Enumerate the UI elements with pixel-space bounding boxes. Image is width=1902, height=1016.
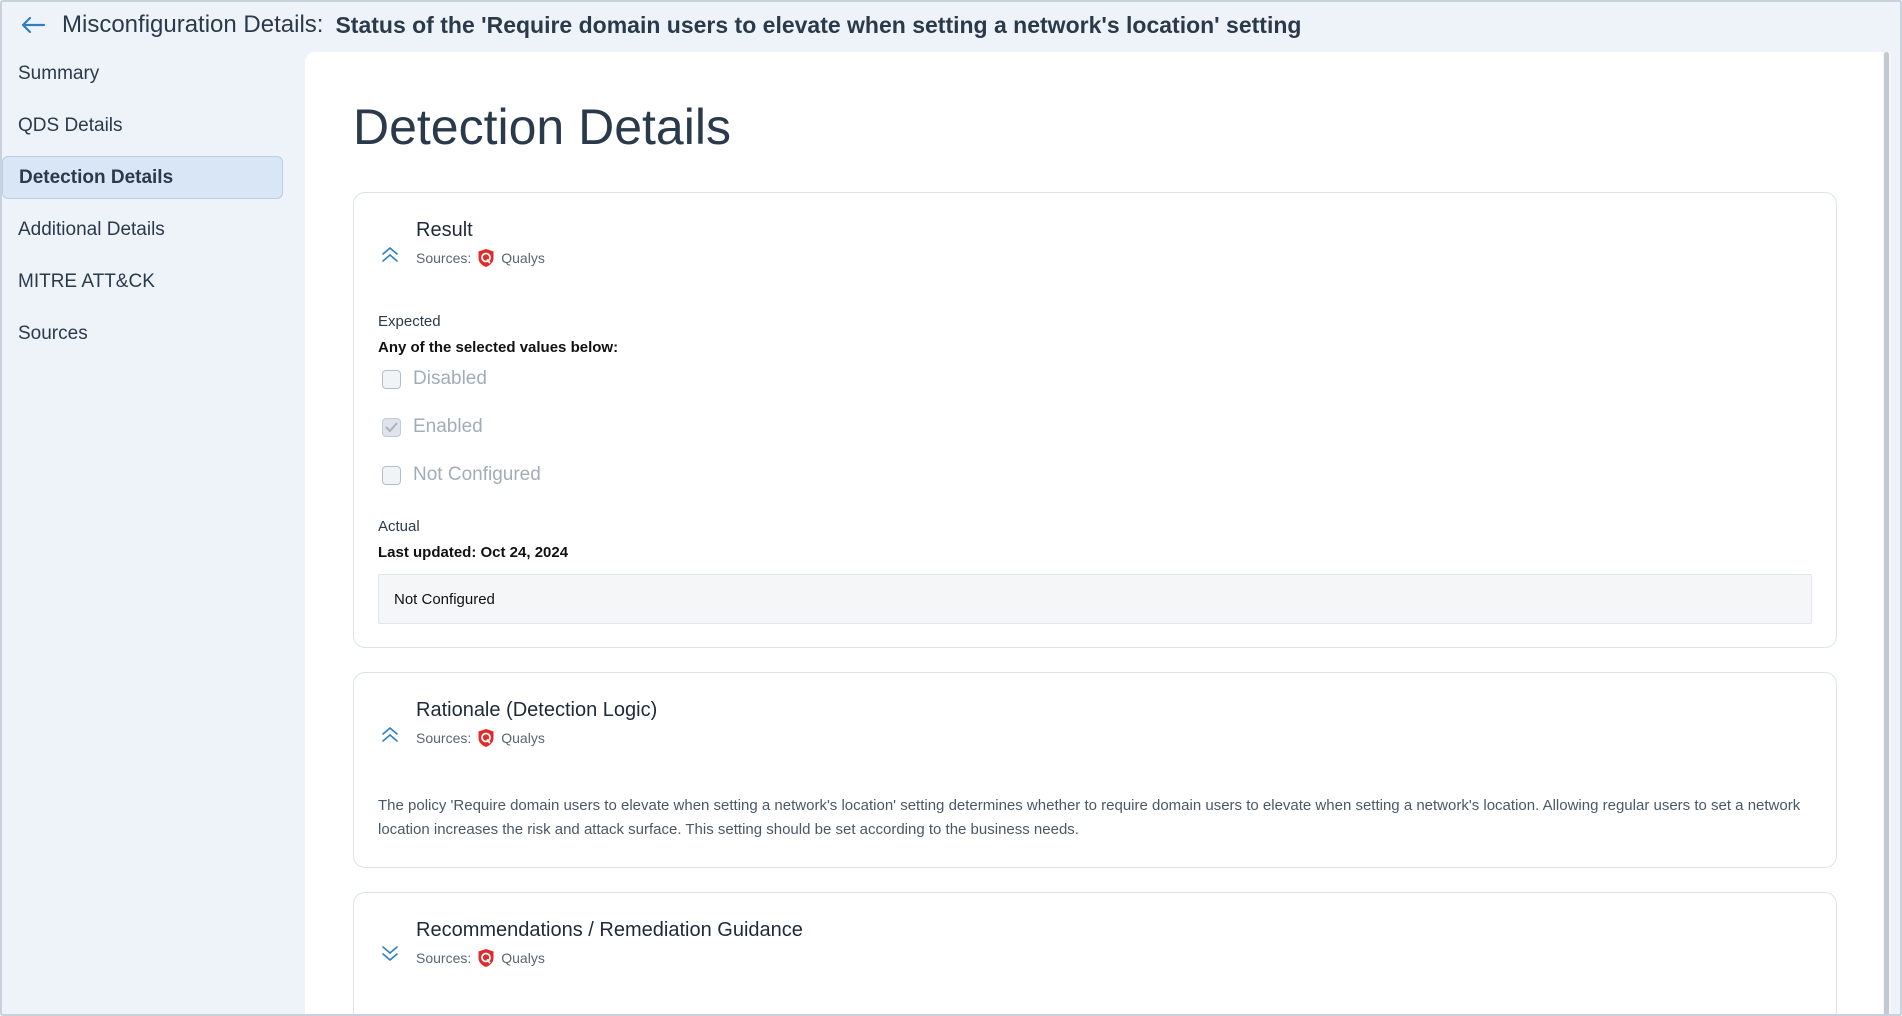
sidebar-item-qds-details[interactable]: QDS Details bbox=[2, 104, 283, 147]
result-card-title: Result bbox=[416, 219, 473, 241]
checkbox-not-configured bbox=[382, 465, 401, 485]
rationale-card-title: Rationale (Detection Logic) bbox=[416, 699, 658, 721]
expected-description: Any of the selected values below: bbox=[378, 339, 619, 356]
rationale-description: The policy 'Require domain users to elev… bbox=[378, 797, 1801, 838]
option-label: Enabled bbox=[413, 416, 483, 437]
sources-label: Sources: bbox=[416, 730, 472, 746]
page-title: Detection Details bbox=[353, 99, 731, 155]
qualys-logo-icon bbox=[477, 728, 495, 748]
recommendations-sources: Sources: Qualys bbox=[416, 948, 545, 968]
recommendations-card: Recommendations / Remediation Guidance S… bbox=[353, 892, 1837, 1016]
option-label: Disabled bbox=[413, 368, 487, 389]
sidebar-item-detection-details[interactable]: Detection Details bbox=[2, 156, 283, 199]
sources-label: Sources: bbox=[416, 250, 472, 266]
actual-value: Not Configured bbox=[378, 574, 1812, 624]
last-updated: Last updated: Oct 24, 2024 bbox=[378, 544, 569, 561]
page-header: Misconfiguration Details: Status of the … bbox=[0, 0, 1902, 50]
result-card-header[interactable]: Result Sources: Qualys bbox=[354, 193, 1836, 273]
checkbox-disabled bbox=[382, 369, 401, 389]
collapse-chevron-icon[interactable] bbox=[380, 725, 400, 743]
option-disabled: Disabled bbox=[382, 368, 487, 390]
result-sources: Sources: Qualys bbox=[416, 248, 545, 268]
sidebar-item-additional-details[interactable]: Additional Details bbox=[2, 208, 283, 251]
expand-chevron-icon[interactable] bbox=[380, 945, 400, 963]
rationale-sources: Sources: Qualys bbox=[416, 728, 545, 748]
source-name: Qualys bbox=[501, 950, 545, 966]
sidebar-item-sources[interactable]: Sources bbox=[2, 312, 283, 355]
rationale-card-header[interactable]: Rationale (Detection Logic) Sources: Qua… bbox=[354, 673, 1836, 753]
source-name: Qualys bbox=[501, 730, 545, 746]
expected-label: Expected bbox=[378, 313, 441, 330]
checkbox-enabled bbox=[382, 417, 401, 437]
header-label: Misconfiguration Details: bbox=[62, 11, 324, 38]
option-not-configured: Not Configured bbox=[382, 464, 541, 486]
sidebar-nav: Summary QDS Details Detection Details Ad… bbox=[0, 52, 300, 364]
option-enabled: Enabled bbox=[382, 416, 483, 438]
qualys-logo-icon bbox=[477, 248, 495, 268]
source-name: Qualys bbox=[501, 250, 545, 266]
actual-label: Actual bbox=[378, 518, 420, 535]
rationale-card: Rationale (Detection Logic) Sources: Qua… bbox=[353, 672, 1837, 868]
option-label: Not Configured bbox=[413, 464, 541, 485]
result-card: Result Sources: Qualys Expected Any of t… bbox=[353, 192, 1837, 648]
recommendations-card-header[interactable]: Recommendations / Remediation Guidance S… bbox=[354, 893, 1836, 973]
collapse-chevron-icon[interactable] bbox=[380, 245, 400, 263]
back-arrow-icon[interactable] bbox=[20, 15, 46, 35]
scrollbar-thumb[interactable] bbox=[1884, 52, 1889, 1016]
sidebar-item-mitre-attack[interactable]: MITRE ATT&CK bbox=[2, 260, 283, 303]
sources-label: Sources: bbox=[416, 950, 472, 966]
checkmark-icon bbox=[385, 422, 398, 432]
recommendations-card-title: Recommendations / Remediation Guidance bbox=[416, 919, 803, 941]
sidebar-item-summary[interactable]: Summary bbox=[2, 52, 283, 95]
header-title: Status of the 'Require domain users to e… bbox=[335, 11, 1302, 38]
qualys-logo-icon bbox=[477, 948, 495, 968]
